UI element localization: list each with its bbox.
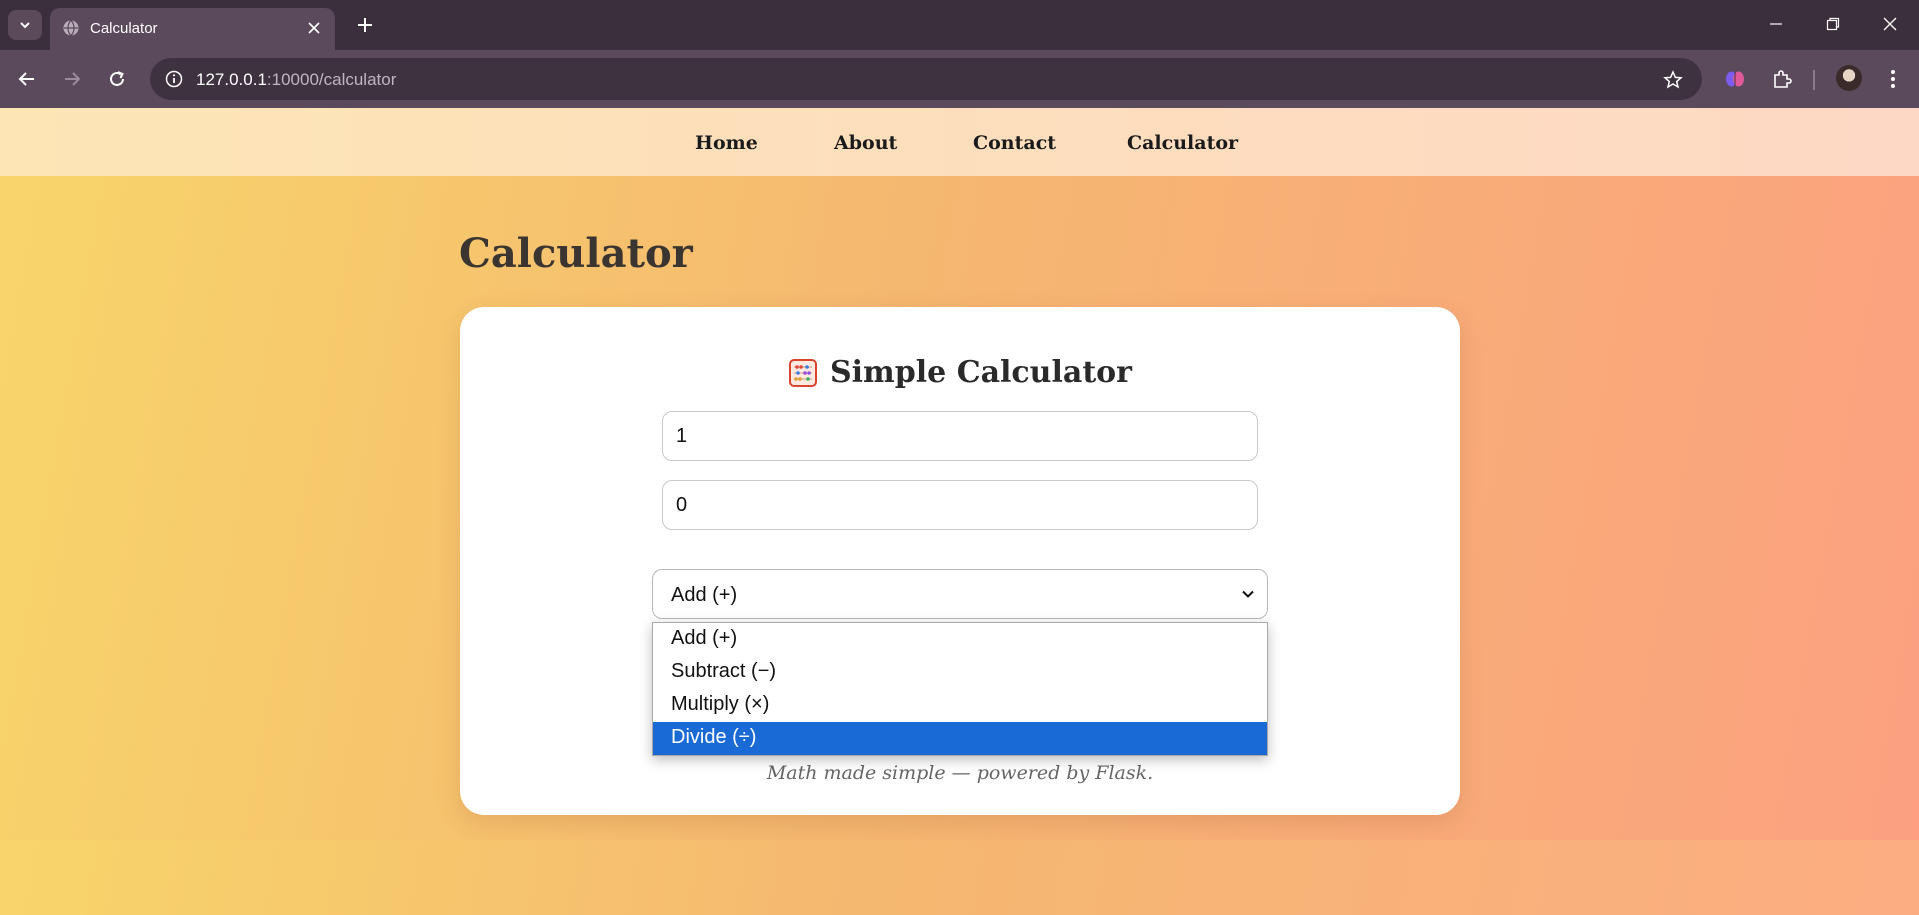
browser-tab-bar: Calculator (0, 0, 1919, 50)
close-tab-button[interactable] (303, 17, 325, 39)
nav-link-home[interactable]: Home (695, 132, 758, 154)
browser-toolbar: 127.0.0.1:10000/calculator (0, 50, 1919, 108)
chevron-down-icon (20, 22, 30, 29)
card-title: Simple Calculator (460, 355, 1460, 390)
toolbar-separator (1813, 70, 1815, 90)
page-title: Calculator (459, 230, 693, 277)
operation-dropdown-list: Add (+) Subtract (−) Multiply (×) Divide… (652, 622, 1268, 756)
minimize-button[interactable] (1758, 10, 1794, 38)
url-text: 127.0.0.1:10000/calculator (196, 70, 396, 90)
close-icon (1883, 17, 1897, 31)
new-tab-button[interactable] (352, 12, 378, 38)
option-subtract[interactable]: Subtract (−) (653, 656, 1267, 689)
tab-title: Calculator (90, 20, 158, 37)
site-info-button[interactable] (160, 65, 188, 93)
address-bar[interactable]: 127.0.0.1:10000/calculator (150, 58, 1702, 100)
forward-button[interactable] (58, 65, 86, 93)
browser-tab[interactable]: Calculator (50, 8, 335, 50)
option-divide[interactable]: Divide (÷) (653, 722, 1267, 755)
close-window-button[interactable] (1872, 10, 1908, 38)
extension-brain-button[interactable] (1721, 65, 1749, 93)
option-multiply[interactable]: Multiply (×) (653, 689, 1267, 722)
browser-menu-button[interactable] (1879, 65, 1907, 93)
brain-icon (1726, 71, 1744, 87)
option-add[interactable]: Add (+) (653, 623, 1267, 656)
tab-search-button[interactable] (8, 10, 42, 40)
plus-icon (358, 18, 372, 32)
calculator-title: Simple Calculator (829, 355, 1132, 390)
card-footnote: Math made simple — powered by Flask. (766, 762, 1154, 784)
puzzle-icon (1774, 70, 1792, 88)
site-navbar: Home About Contact Calculator (0, 108, 1919, 176)
chevron-down-icon (1242, 590, 1254, 598)
star-icon (1663, 70, 1683, 89)
profile-avatar[interactable] (1836, 65, 1862, 91)
nav-link-about[interactable]: About (834, 132, 897, 154)
back-button[interactable] (13, 65, 41, 93)
info-icon (165, 70, 183, 88)
operation-select-value: Add (+) (671, 584, 738, 606)
globe-icon (63, 20, 79, 36)
url-path: :10000/calculator (266, 70, 397, 89)
nav-link-calculator[interactable]: Calculator (1127, 132, 1238, 154)
more-vertical-icon (1891, 70, 1895, 88)
reload-button[interactable] (103, 65, 131, 93)
restore-icon (1826, 17, 1840, 31)
reload-icon (110, 71, 124, 86)
page-footer-band (0, 840, 1919, 915)
minimize-icon (1770, 23, 1782, 25)
extensions-button[interactable] (1768, 65, 1796, 93)
arrow-right-icon (65, 72, 81, 86)
close-icon (308, 22, 320, 34)
operation-select[interactable]: Add (+) (652, 569, 1268, 619)
bookmark-button[interactable] (1660, 67, 1686, 93)
second-number-input[interactable] (662, 480, 1258, 530)
page-viewport: Home About Contact Calculator Calculator… (0, 108, 1919, 915)
restore-button[interactable] (1815, 10, 1851, 38)
abacus-icon (788, 358, 817, 387)
first-number-input[interactable] (662, 411, 1258, 461)
arrow-left-icon (18, 72, 34, 86)
url-host: 127.0.0.1 (196, 70, 267, 89)
nav-link-contact[interactable]: Contact (973, 132, 1056, 154)
